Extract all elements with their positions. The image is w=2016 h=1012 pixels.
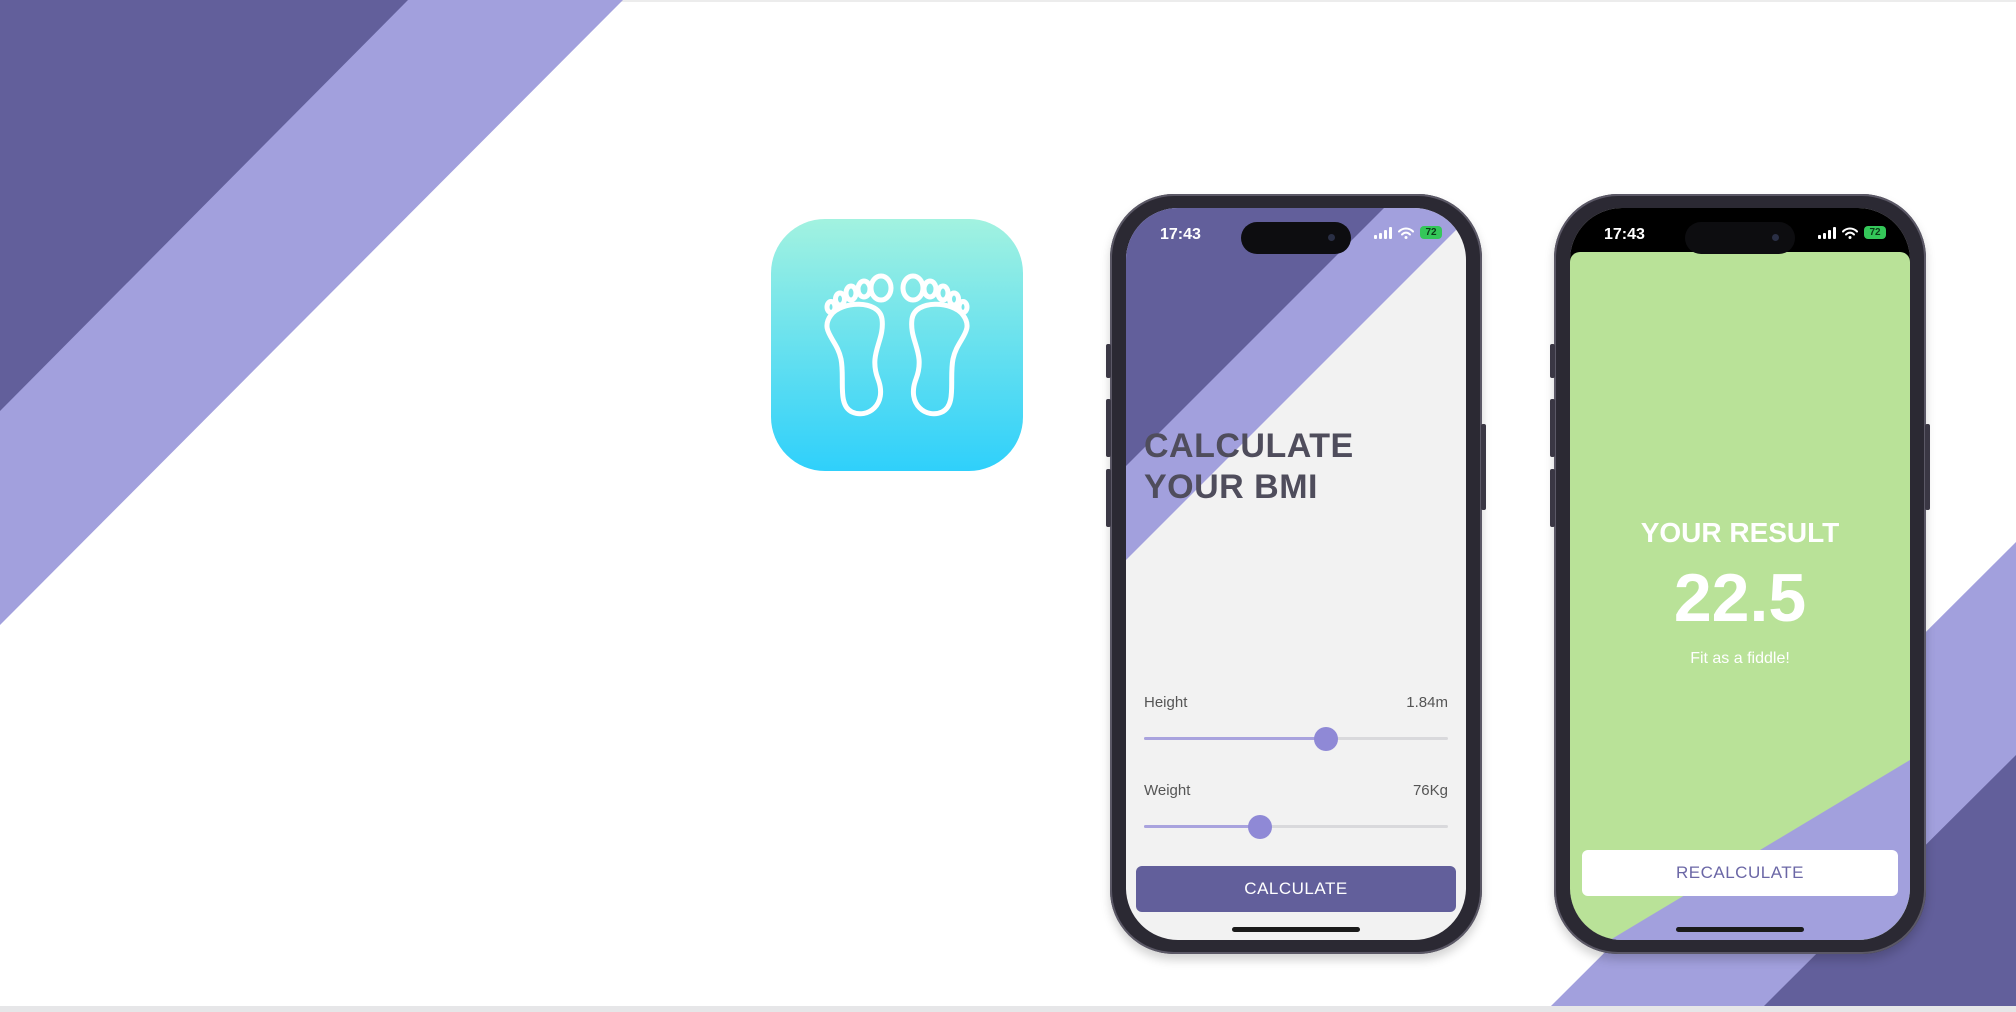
home-indicator [1232,927,1360,932]
result-screen: YOUR RESULT 22.5 Fit as a fiddle! RECALC… [1570,208,1910,940]
volume-down-button [1106,469,1111,527]
weight-label: Weight [1144,782,1191,799]
footprints-icon [824,273,970,417]
height-slider[interactable] [1144,727,1448,751]
status-icons: 72 [1374,226,1442,239]
status-icons: 72 [1818,226,1886,239]
power-button [1481,424,1486,510]
mute-switch [1550,344,1555,378]
signal-icon [1374,226,1392,239]
weight-value: 76Kg [1412,782,1448,799]
weight-slider[interactable] [1144,815,1448,839]
calculate-button[interactable]: CALCULATE [1136,866,1456,912]
title-line-2: YOUR BMI [1144,468,1318,506]
bmi-value: 22.5 [1673,560,1807,636]
height-value: 1.84m [1406,694,1448,711]
weight-slider-thumb[interactable] [1248,815,1272,839]
result-heading: YOUR RESULT [1640,517,1840,548]
mute-switch [1106,344,1111,378]
page-title: CALCULATE YOUR BMI [1144,426,1354,508]
height-label: Height [1144,694,1188,711]
result-card: YOUR RESULT 22.5 Fit as a fiddle! RECALC… [1570,252,1910,940]
weight-slider-fill [1144,825,1260,828]
height-slider-fill [1144,737,1326,740]
dynamic-island [1241,222,1351,254]
height-slider-thumb[interactable] [1314,727,1338,751]
volume-up-button [1106,399,1111,457]
home-indicator [1676,927,1804,932]
power-button [1925,424,1930,510]
app-icon[interactable] [771,219,1023,471]
battery-icon: 72 [1420,226,1442,239]
volume-down-button [1550,469,1555,527]
phone-result: YOUR RESULT 22.5 Fit as a fiddle! RECALC… [1550,194,1930,954]
result-message: Fit as a fiddle! [1690,650,1790,667]
calculator-screen: 17:43 72 CALCULATE YOUR BMI Height 1.84m [1126,208,1466,940]
status-time: 17:43 [1160,226,1201,243]
title-line-1: CALCULATE [1144,427,1354,465]
volume-up-button [1550,399,1555,457]
phone-calculator: 17:43 72 CALCULATE YOUR BMI Height 1.84m [1106,194,1486,954]
dynamic-island [1685,222,1795,254]
wifi-icon [1398,227,1414,239]
signal-icon [1818,226,1836,239]
status-time: 17:43 [1604,226,1645,243]
bottom-border [0,1006,2016,1012]
wifi-icon [1842,227,1858,239]
promo-canvas: 17:43 72 CALCULATE YOUR BMI Height 1.84m [0,0,2016,1012]
battery-icon: 72 [1864,226,1886,239]
recalculate-button[interactable]: RECALCULATE [1582,850,1898,896]
